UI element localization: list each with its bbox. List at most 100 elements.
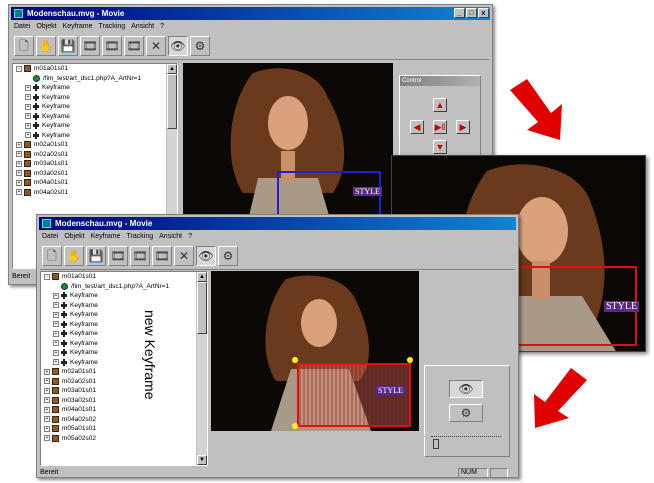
new-keyframe-region[interactable]	[297, 363, 411, 427]
scroll-thumb[interactable]	[197, 282, 207, 334]
expand-icon[interactable]: +	[25, 103, 31, 110]
tree-node[interactable]: + m02a01s01	[41, 367, 197, 377]
minimize-button[interactable]: _	[454, 8, 465, 18]
keyframe-delete-icon[interactable]: ✕	[146, 36, 166, 56]
tree-node[interactable]: + m03a01s01	[41, 386, 197, 396]
scroll-up-icon[interactable]: ▲	[197, 272, 207, 282]
tree-node[interactable]: + Keyframe	[13, 83, 167, 93]
window-title-bar[interactable]: Modenschau.mvg - Movie _ □ x	[11, 7, 490, 20]
tracking-icon[interactable]: ⚙	[218, 246, 238, 266]
tree-node[interactable]: + Keyframe	[41, 348, 197, 358]
tree-node[interactable]: + Keyframe	[41, 339, 197, 349]
save-disk-icon[interactable]: 💾	[86, 246, 106, 266]
new-file-icon[interactable]: 🗋	[42, 246, 62, 266]
tree-node[interactable]: + Keyframe	[41, 291, 197, 301]
open-hand-icon[interactable]: ✋	[36, 36, 56, 56]
expand-icon[interactable]: +	[25, 132, 31, 139]
tree-node[interactable]: /fim_test/art_dsc1.php?A_ArtNr=1	[41, 282, 197, 292]
expand-icon[interactable]: +	[16, 170, 22, 177]
arrow-down-icon[interactable]: ▼	[433, 140, 447, 154]
resize-handle-bottom-left[interactable]	[292, 423, 298, 429]
keyframe-delete-icon[interactable]: ✕	[174, 246, 194, 266]
tree-node[interactable]: + Keyframe	[41, 301, 197, 311]
new-file-icon[interactable]: 🗋	[14, 36, 34, 56]
tree-node[interactable]: + Keyframe	[41, 320, 197, 330]
keyframe-copy-icon[interactable]: 🎞	[152, 246, 172, 266]
expand-icon[interactable]: +	[53, 330, 59, 337]
tree-node[interactable]: + m04a02s02	[41, 415, 197, 425]
resize-handle-top-right[interactable]	[407, 357, 413, 363]
expand-icon[interactable]: +	[44, 406, 50, 413]
view-eye-icon[interactable]: 👁	[168, 36, 188, 56]
tree-node[interactable]: - m01a01s01	[41, 272, 197, 282]
menu-datei[interactable]: Datei	[14, 21, 30, 32]
tree-node[interactable]: + Keyframe	[13, 121, 167, 131]
menu-objekt[interactable]: Objekt	[64, 231, 84, 242]
scroll-down-icon[interactable]: ▼	[197, 455, 207, 465]
menu-keyframe[interactable]: Keyframe	[63, 21, 93, 32]
expand-icon[interactable]: +	[16, 151, 22, 158]
tracking-icon[interactable]: ⚙	[449, 404, 483, 422]
expand-icon[interactable]: +	[53, 292, 59, 299]
menu-help[interactable]: ?	[188, 231, 192, 242]
expand-icon[interactable]: +	[25, 94, 31, 101]
arrow-right-icon[interactable]: ▶	[456, 120, 470, 134]
expand-icon[interactable]: +	[53, 349, 59, 356]
tree-node[interactable]: + m04a01s01	[41, 405, 197, 415]
expand-icon[interactable]: +	[16, 189, 22, 196]
tree-node[interactable]: /fim_test/art_dsc1.php?A_ArtNr=1	[13, 74, 167, 84]
expand-icon[interactable]: +	[44, 378, 50, 385]
arrow-up-icon[interactable]: ▲	[433, 98, 447, 112]
menu-ansicht[interactable]: Ansicht	[159, 231, 182, 242]
close-button[interactable]: x	[478, 8, 489, 18]
tree-node[interactable]: + m03a02s01	[13, 169, 167, 179]
menu-objekt[interactable]: Objekt	[36, 21, 56, 32]
view-eye-icon[interactable]: 👁	[449, 380, 483, 398]
expand-icon[interactable]: +	[16, 179, 22, 186]
menu-tracking[interactable]: Tracking	[127, 231, 154, 242]
tree-node[interactable]: + m04a02s01	[13, 188, 167, 198]
menu-tracking[interactable]: Tracking	[99, 21, 126, 32]
tree-node[interactable]: + Keyframe	[41, 358, 197, 368]
speed-slider-thumb[interactable]	[433, 439, 439, 449]
tree-node[interactable]: + m05a01s01	[41, 424, 197, 434]
keyframe-add-icon[interactable]: 🎞	[130, 246, 150, 266]
tree-node[interactable]: + m03a01s01	[13, 159, 167, 169]
expand-icon[interactable]: +	[44, 397, 50, 404]
expand-icon[interactable]: +	[53, 340, 59, 347]
expand-icon[interactable]: +	[16, 141, 22, 148]
expand-icon[interactable]: +	[53, 302, 59, 309]
keyframe-film-icon[interactable]: 🎞	[108, 246, 128, 266]
expand-icon[interactable]: +	[25, 122, 31, 129]
menu-datei[interactable]: Datei	[42, 231, 58, 242]
tree-node[interactable]: + Keyframe	[41, 329, 197, 339]
open-hand-icon[interactable]: ✋	[64, 246, 84, 266]
tree-scrollbar-front[interactable]: ▲ ▼	[196, 272, 207, 465]
expand-icon[interactable]: +	[44, 387, 50, 394]
tree-node[interactable]: + m05a02s02	[41, 434, 197, 444]
collapse-icon[interactable]: -	[16, 65, 22, 72]
scroll-thumb[interactable]	[167, 74, 177, 129]
collapse-icon[interactable]: -	[44, 273, 50, 280]
tree-node[interactable]: + m04a01s01	[13, 178, 167, 188]
keyframe-add-icon[interactable]: 🎞	[102, 36, 122, 56]
expand-icon[interactable]: +	[44, 368, 50, 375]
menu-ansicht[interactable]: Ansicht	[131, 21, 154, 32]
menu-help[interactable]: ?	[160, 21, 164, 32]
tracking-icon[interactable]: ⚙	[190, 36, 210, 56]
expand-icon[interactable]: +	[53, 311, 59, 318]
tree-node[interactable]: + m02a02s01	[13, 150, 167, 160]
menu-keyframe[interactable]: Keyframe	[91, 231, 121, 242]
maximize-button[interactable]: □	[466, 8, 477, 18]
expand-icon[interactable]: +	[25, 84, 31, 91]
scroll-up-icon[interactable]: ▲	[167, 64, 177, 74]
save-disk-icon[interactable]: 💾	[58, 36, 78, 56]
tree-node[interactable]: + m03a02s01	[41, 396, 197, 406]
tree-node[interactable]: + Keyframe	[13, 102, 167, 112]
tree-node[interactable]: + Keyframe	[41, 310, 197, 320]
video-frame-front[interactable]: STYLE	[211, 271, 419, 431]
window-title-bar-front[interactable]: Modenschau.mvg - Movie	[39, 217, 516, 230]
expand-icon[interactable]: +	[16, 160, 22, 167]
tree-node[interactable]: + Keyframe	[13, 93, 167, 103]
expand-icon[interactable]: +	[44, 425, 50, 432]
